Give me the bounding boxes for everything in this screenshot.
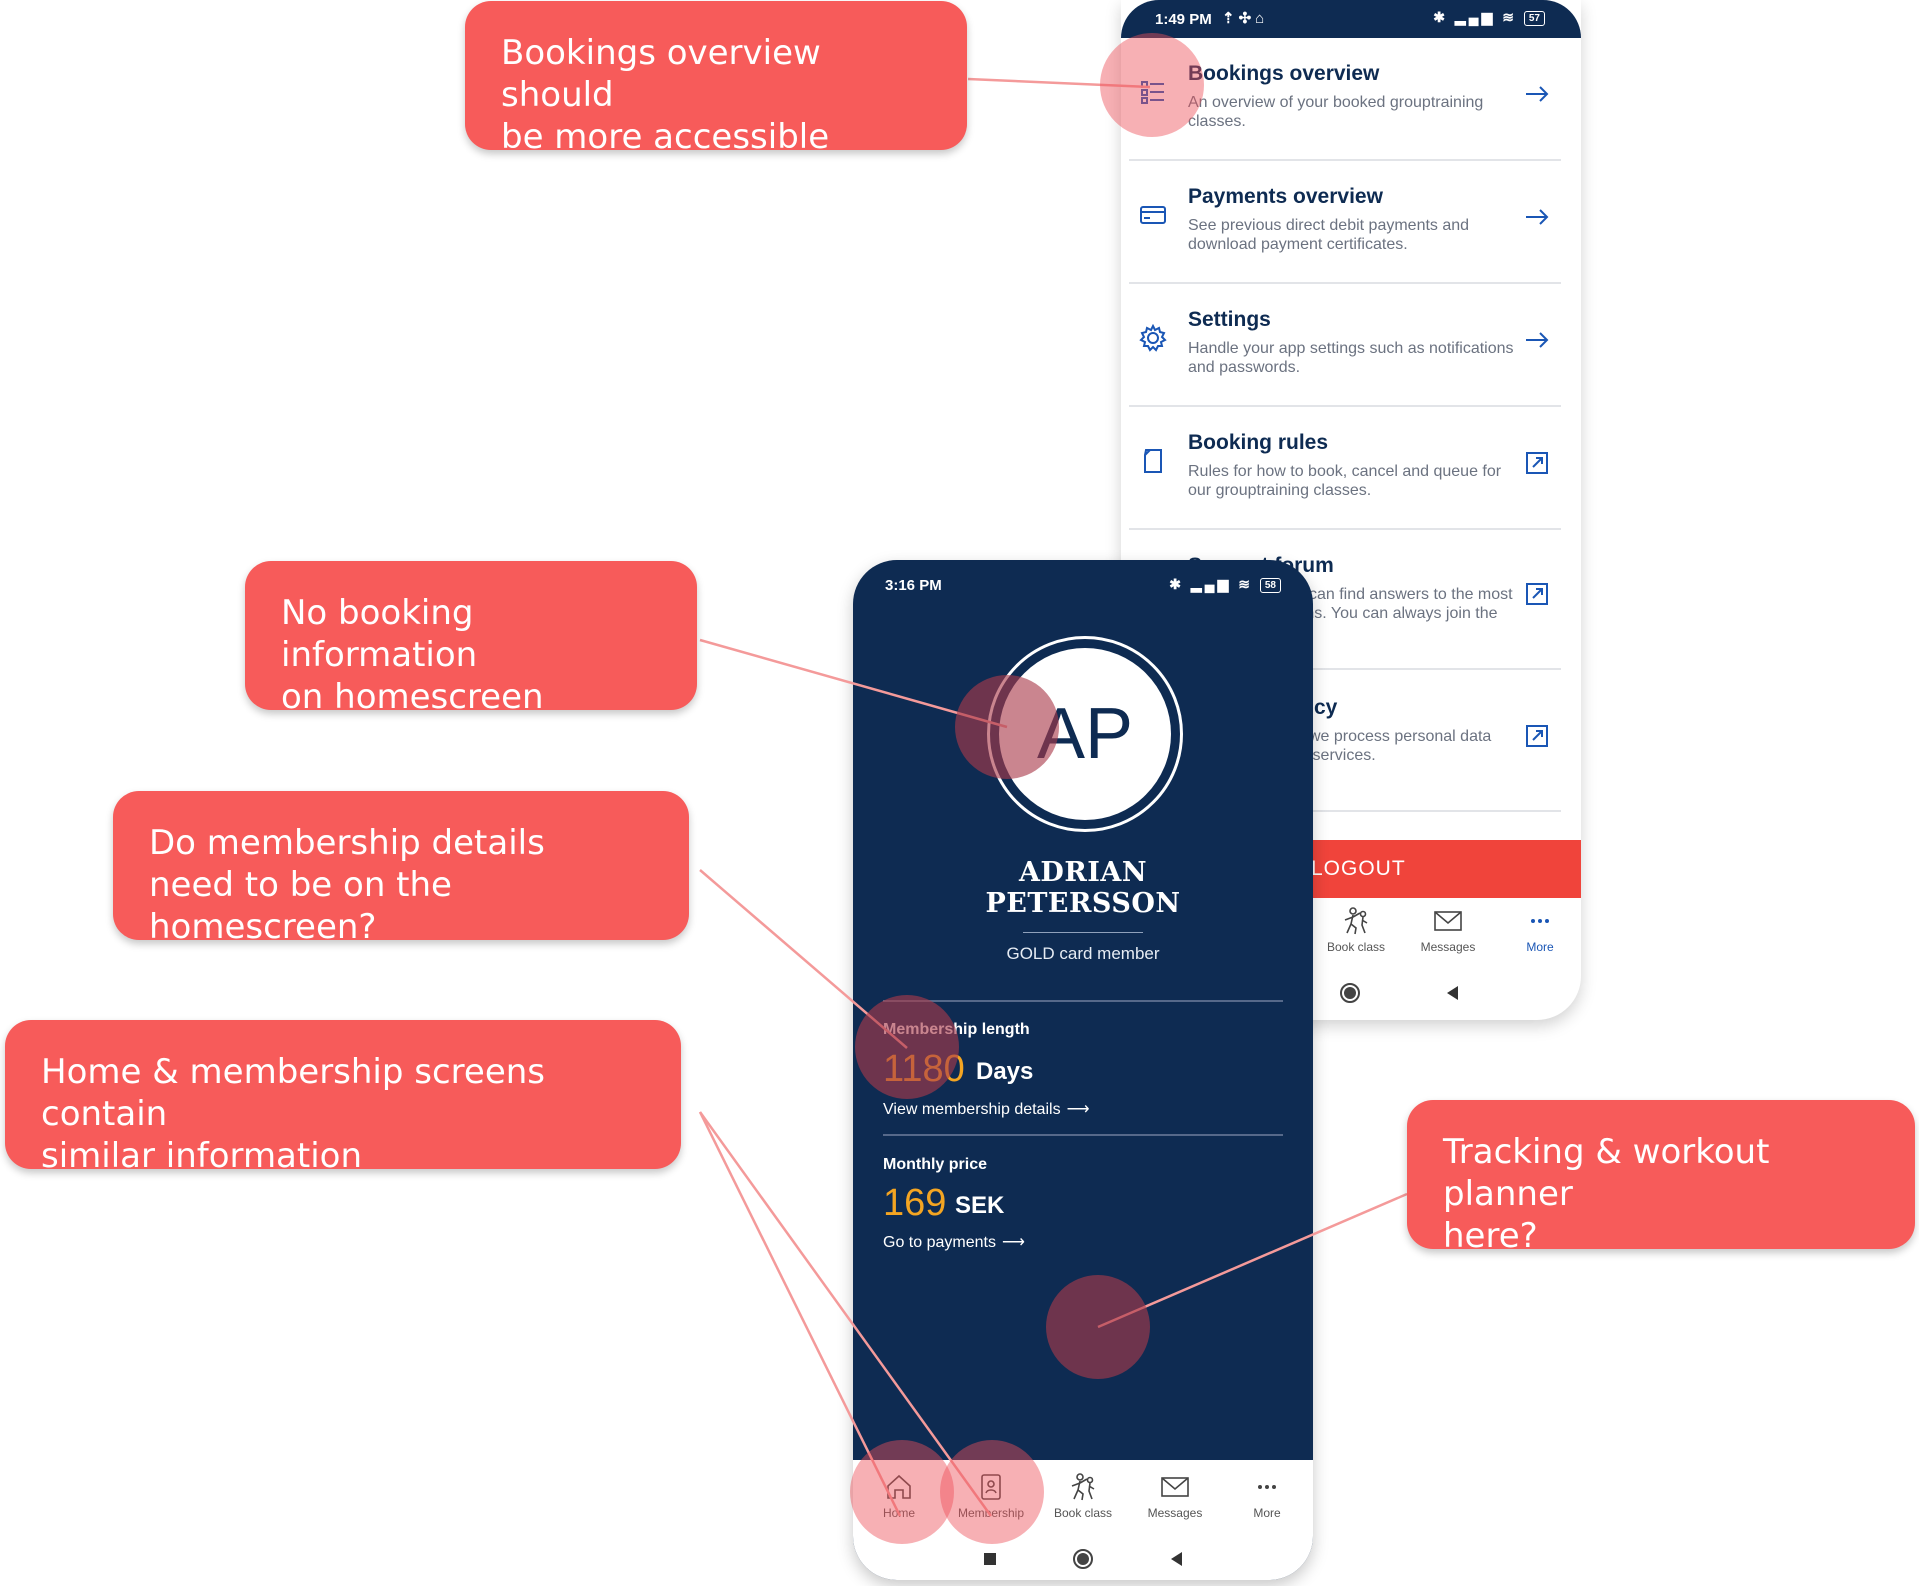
callout-no-booking-info: No booking information on homescreen bbox=[245, 561, 697, 717]
home-button-icon[interactable] bbox=[1339, 982, 1361, 1004]
callout-tracking-planner: Tracking & workout planner here? bbox=[1407, 1100, 1915, 1256]
hotspot-home-tab bbox=[850, 1440, 954, 1544]
nav-tab-book-class[interactable]: Book class bbox=[1311, 906, 1401, 954]
view-membership-link[interactable]: View membership details ⟶ bbox=[883, 1099, 1090, 1119]
menu-item-title: Settings bbox=[1188, 308, 1271, 331]
arrow-right-icon bbox=[1526, 209, 1549, 225]
home-button-icon[interactable] bbox=[1072, 1548, 1094, 1570]
nav-tab-label: More bbox=[1253, 1506, 1281, 1520]
monthly-price-currency: SEK bbox=[955, 1192, 1005, 1219]
go-to-payments-label: Go to payments bbox=[883, 1234, 996, 1251]
arrow-right-icon: ⟶ bbox=[1066, 1101, 1090, 1118]
monthly-price-label: Monthly price bbox=[883, 1156, 988, 1173]
more-dots-icon bbox=[1258, 1485, 1276, 1489]
nav-tab-label: Book class bbox=[1326, 940, 1386, 954]
external-link-icon bbox=[1526, 725, 1548, 747]
nav-tab-messages[interactable]: Messages bbox=[1129, 1472, 1221, 1520]
hotspot-empty-area bbox=[1046, 1275, 1150, 1379]
status-bar: 1:49 PM ⇡✣⌂ ✱ ▂▄▆ ≋ 57 bbox=[1121, 0, 1581, 38]
menu-item-title: Payments overview bbox=[1188, 185, 1383, 208]
status-bar: 3:16 PM ✱ ▂▄▆ ≋ 58 bbox=[853, 560, 1313, 608]
battery-icon: 57 bbox=[1523, 10, 1545, 26]
membership-tier: GOLD card member bbox=[1006, 944, 1160, 963]
more-dots-icon bbox=[1531, 919, 1549, 923]
nav-tab-messages[interactable]: Messages bbox=[1403, 906, 1493, 954]
arrow-right-icon: ⟶ bbox=[1001, 1234, 1025, 1251]
hotspot-membership-length bbox=[855, 995, 959, 1099]
nav-tab-label: Book class bbox=[1053, 1506, 1113, 1520]
menu-item-desc: Rules for how to book, cancel and queue … bbox=[1188, 463, 1502, 499]
notification-icons: ⇡✣⌂ bbox=[1222, 10, 1269, 27]
mail-icon bbox=[1161, 1477, 1189, 1497]
view-membership-label: View membership details bbox=[883, 1101, 1061, 1118]
gear-icon bbox=[1139, 324, 1167, 352]
member-first-name: ADRIAN bbox=[1018, 857, 1148, 888]
logout-label: LOGOUT bbox=[1311, 857, 1406, 880]
menu-item-title: Booking rules bbox=[1188, 431, 1329, 454]
arrow-right-icon bbox=[1526, 332, 1549, 348]
credit-card-icon bbox=[1140, 206, 1166, 224]
callout-bookings-overview: Bookings overview should be more accessi… bbox=[465, 1, 967, 157]
menu-item-desc: See previous direct debit payments and d… bbox=[1188, 217, 1470, 253]
back-button-icon[interactable] bbox=[1441, 982, 1463, 1004]
nav-tab-book-class[interactable]: Book class bbox=[1037, 1472, 1129, 1520]
callout-similar-information: Home & membership screens contain simila… bbox=[5, 1020, 681, 1176]
go-to-payments-link[interactable]: Go to payments ⟶ bbox=[883, 1232, 1025, 1252]
member-last-name: PETERSSON bbox=[985, 888, 1181, 919]
mail-icon bbox=[1434, 911, 1462, 931]
arrow-right-icon bbox=[1526, 86, 1549, 102]
hotspot-membership-tab bbox=[940, 1440, 1044, 1544]
nav-tab-more[interactable]: More bbox=[1221, 1472, 1313, 1520]
menu-item-desc: An overview of your booked grouptraining… bbox=[1188, 94, 1484, 130]
membership-length-unit: Days bbox=[976, 1058, 1034, 1085]
status-time: 3:16 PM bbox=[885, 577, 942, 594]
section-divider bbox=[883, 1000, 1283, 1002]
status-time: 1:49 PM bbox=[1155, 11, 1212, 28]
workout-icon bbox=[1071, 1473, 1095, 1501]
system-icons: ✱ ▂▄▆ ≋ 57 bbox=[1433, 9, 1545, 26]
external-link-icon bbox=[1526, 452, 1548, 474]
menu-item-title: Bookings overview bbox=[1188, 62, 1380, 85]
menu-item-desc: Handle your app settings such as notific… bbox=[1188, 340, 1514, 376]
section-divider bbox=[883, 1134, 1283, 1136]
name-divider bbox=[1023, 932, 1143, 933]
hotspot-avatar bbox=[955, 675, 1059, 779]
recents-button-icon[interactable] bbox=[979, 1548, 1001, 1570]
menu-item-settings[interactable]: Settings Handle your app settings such a… bbox=[1129, 284, 1561, 407]
nav-tab-label: Messages bbox=[1420, 940, 1476, 954]
document-icon bbox=[1144, 449, 1162, 473]
back-button-icon[interactable] bbox=[1165, 1548, 1187, 1570]
system-nav-bar bbox=[853, 1538, 1313, 1580]
nav-tab-more[interactable]: More bbox=[1495, 906, 1581, 954]
menu-item-payments-overview[interactable]: Payments overview See previous direct de… bbox=[1129, 161, 1561, 284]
external-link-icon bbox=[1526, 583, 1548, 605]
workout-icon bbox=[1344, 907, 1368, 935]
member-name: ADRIAN PETERSSON bbox=[853, 857, 1313, 919]
hotspot-bookings-overview bbox=[1100, 33, 1204, 137]
system-icons: ✱ ▂▄▆ ≋ 58 bbox=[1169, 576, 1281, 593]
callout-membership-details: Do membership details need to be on the … bbox=[113, 791, 689, 947]
battery-icon: 58 bbox=[1259, 577, 1281, 593]
nav-tab-label: Messages bbox=[1147, 1506, 1203, 1520]
menu-item-booking-rules[interactable]: Booking rules Rules for how to book, can… bbox=[1129, 407, 1561, 530]
nav-tab-label: More bbox=[1526, 940, 1554, 954]
monthly-price-value: 169 bbox=[883, 1182, 947, 1224]
